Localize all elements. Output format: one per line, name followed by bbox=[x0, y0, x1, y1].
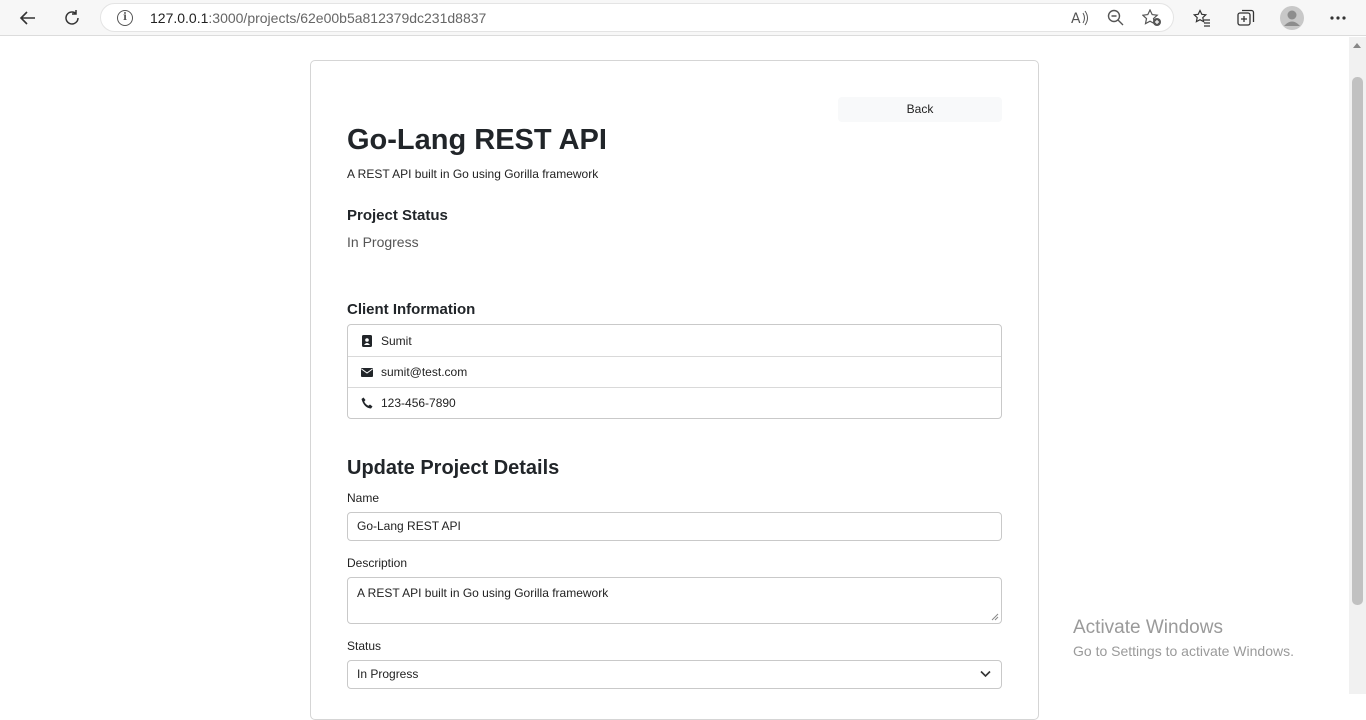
envelope-icon bbox=[360, 365, 374, 379]
chevron-down-icon bbox=[980, 670, 991, 678]
client-info-list: Sumit sumit@test.com 123-456-7890 bbox=[347, 324, 1002, 419]
collections-icon[interactable] bbox=[1232, 4, 1260, 32]
svg-text:A: A bbox=[1071, 11, 1081, 26]
client-name: Sumit bbox=[381, 333, 412, 348]
zoom-out-icon[interactable] bbox=[1106, 8, 1126, 28]
description-textarea[interactable]: A REST API built in Go using Gorilla fra… bbox=[347, 577, 1002, 624]
refresh-icon[interactable] bbox=[58, 4, 86, 32]
project-status-value: In Progress bbox=[347, 234, 419, 250]
description-label: Description bbox=[347, 556, 408, 570]
project-description: A REST API built in Go using Gorilla fra… bbox=[347, 167, 599, 181]
project-status-heading: Project Status bbox=[347, 207, 448, 224]
watermark-title: Activate Windows bbox=[1073, 617, 1223, 638]
status-select-value: In Progress bbox=[357, 667, 419, 681]
client-email: sumit@test.com bbox=[381, 365, 468, 379]
profile-icon[interactable] bbox=[1278, 4, 1306, 32]
scroll-up-icon[interactable] bbox=[1353, 43, 1361, 48]
url-text[interactable]: 127.0.0.1:3000/projects/62e00b5a812379dc… bbox=[150, 10, 486, 26]
scrollbar-thumb[interactable] bbox=[1352, 77, 1363, 605]
browser-toolbar: i 127.0.0.1:3000/projects/62e00b5a812379… bbox=[0, 0, 1366, 36]
back-arrow-icon[interactable] bbox=[14, 4, 42, 32]
client-info-heading: Client Information bbox=[347, 301, 476, 318]
status-label: Status bbox=[347, 639, 382, 653]
add-favorite-icon[interactable] bbox=[1142, 8, 1162, 28]
info-icon[interactable]: i bbox=[117, 10, 133, 26]
client-phone: 123-456-7890 bbox=[381, 396, 456, 410]
address-bar[interactable]: i 127.0.0.1:3000/projects/62e00b5a812379… bbox=[100, 3, 1174, 32]
more-icon[interactable] bbox=[1324, 4, 1352, 32]
id-badge-icon bbox=[360, 334, 374, 348]
list-item: 123-456-7890 bbox=[348, 387, 1001, 418]
favorites-icon[interactable] bbox=[1188, 4, 1216, 32]
phone-icon bbox=[360, 396, 374, 410]
read-aloud-icon[interactable]: A bbox=[1070, 8, 1090, 28]
list-item: sumit@test.com bbox=[348, 356, 1001, 387]
list-item: Sumit bbox=[348, 325, 1001, 356]
scrollbar[interactable] bbox=[1349, 37, 1366, 694]
update-heading: Update Project Details bbox=[347, 457, 560, 479]
project-title: Go-Lang REST API bbox=[347, 124, 607, 156]
watermark-subtitle: Go to Settings to activate Windows. bbox=[1073, 643, 1294, 659]
activate-windows-watermark: Activate Windows Go to Settings to activ… bbox=[1073, 617, 1294, 659]
description-text: A REST API built in Go using Gorilla fra… bbox=[357, 586, 609, 600]
resize-grip-icon[interactable] bbox=[991, 613, 999, 621]
back-button[interactable]: Back bbox=[838, 97, 1002, 122]
status-select[interactable]: In Progress bbox=[347, 660, 1002, 689]
name-label: Name bbox=[347, 491, 380, 505]
name-input[interactable]: Go-Lang REST API bbox=[347, 512, 1002, 541]
